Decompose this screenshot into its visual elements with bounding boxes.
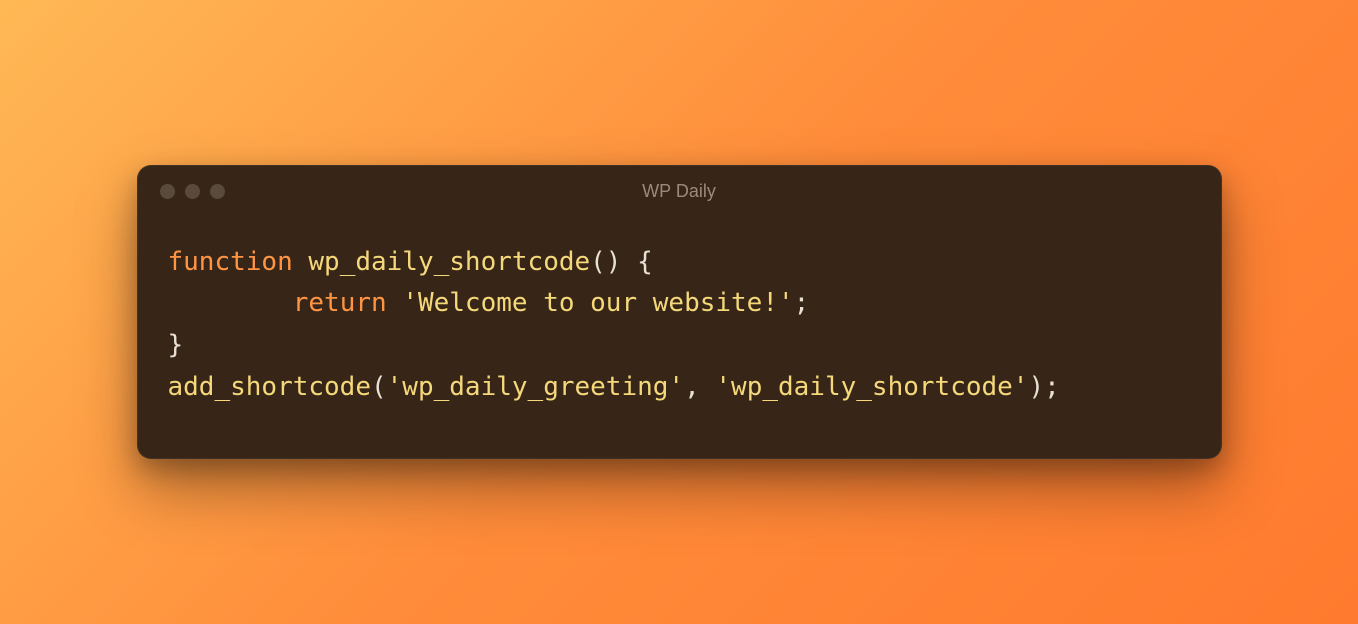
string-arg1: 'wp_daily_greeting' [387,372,684,402]
parens: () [590,247,621,277]
indent [168,288,293,318]
minimize-icon[interactable] [185,184,200,199]
keyword-return: return [293,288,387,318]
comma: , [684,372,715,402]
semicolon: ; [794,288,810,318]
brace-close: } [168,330,184,360]
close-icon[interactable] [160,184,175,199]
code-window: WP Daily function wp_daily_shortcode() {… [137,165,1222,459]
string-literal: 'Welcome to our website!' [402,288,793,318]
function-name: wp_daily_shortcode [308,247,590,277]
paren-close: ); [1028,372,1059,402]
titlebar: WP Daily [138,166,1221,218]
maximize-icon[interactable] [210,184,225,199]
string-arg2: 'wp_daily_shortcode' [715,372,1028,402]
code-area[interactable]: function wp_daily_shortcode() { return '… [138,218,1221,458]
paren-open: ( [371,372,387,402]
function-call: add_shortcode [168,372,372,402]
keyword-function: function [168,247,293,277]
space [387,288,403,318]
brace-open: { [621,247,652,277]
traffic-lights [160,184,225,199]
window-title: WP Daily [138,181,1221,202]
